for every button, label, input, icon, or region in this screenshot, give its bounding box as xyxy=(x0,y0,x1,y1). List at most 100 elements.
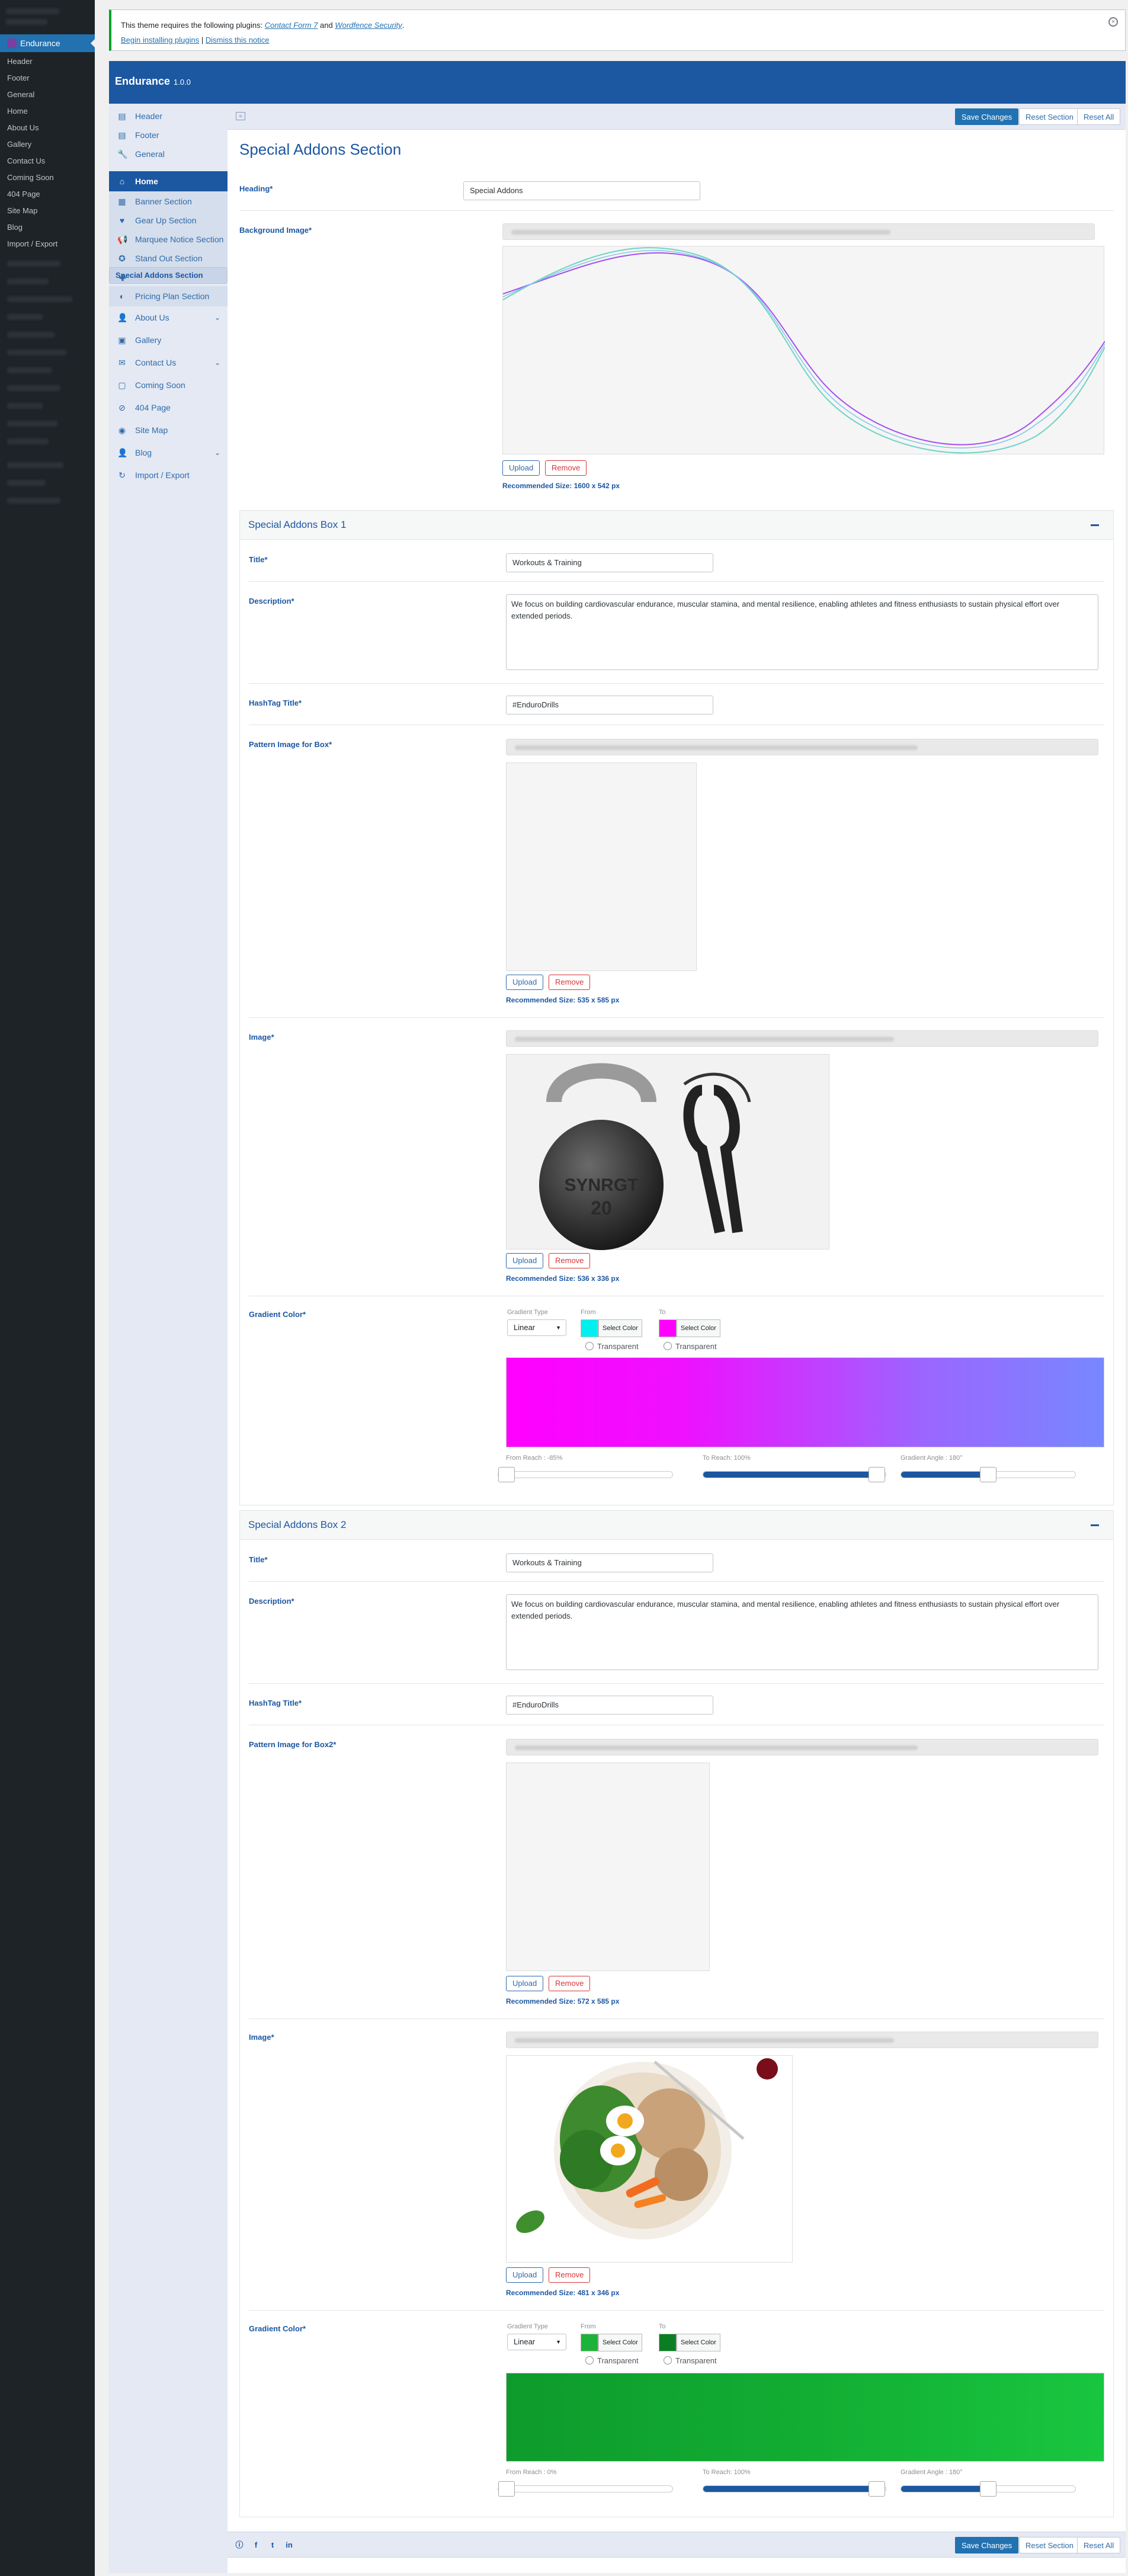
box2-pattern-upload[interactable]: Upload xyxy=(506,1976,544,1991)
chevron-down-icon[interactable]: ⌄ xyxy=(214,307,220,328)
wp-submenu-item[interactable]: Blog xyxy=(0,219,95,236)
box1-pattern-remove[interactable]: Remove xyxy=(549,975,591,990)
box2-image-url[interactable] xyxy=(506,2032,1098,2048)
box1-image-url[interactable] xyxy=(506,1030,1098,1047)
box2-desc-textarea[interactable]: We focus on building cardiovascular endu… xyxy=(506,1594,1098,1670)
info-icon[interactable]: ⓘ xyxy=(235,2540,244,2550)
wp-submenu-item[interactable]: 404 Page xyxy=(0,186,95,203)
box1-grad-type-select[interactable]: Linear ▼ xyxy=(507,1319,566,1336)
box2-pattern-remove[interactable]: Remove xyxy=(549,1976,591,1991)
reset-section-button-bottom[interactable]: Reset Section xyxy=(1019,2537,1080,2553)
box2-hash-input[interactable]: #EnduroDrills xyxy=(506,1696,713,1715)
twitter-icon[interactable]: t xyxy=(268,2540,277,2550)
box2-grad-type-select[interactable]: Linear ▼ xyxy=(507,2334,566,2350)
sidebar-item-header[interactable]: ▤ Header xyxy=(109,106,227,126)
chevron-down-icon[interactable]: ⌄ xyxy=(214,443,220,463)
box2-to-reach-slider[interactable] xyxy=(703,2481,886,2497)
expand-icon[interactable]: ≡ xyxy=(236,112,245,120)
sidebar-item-special-addons-section[interactable]: ✚ Special Addons Section xyxy=(109,267,227,284)
box2-title-input[interactable]: Workouts & Training xyxy=(506,1553,713,1572)
sidebar-item-contact-us[interactable]: ✉ Contact Us ⌄ xyxy=(109,353,227,373)
sidebar-item-404-page[interactable]: ⊘ 404 Page xyxy=(109,398,227,418)
box2-from-swatch[interactable] xyxy=(581,2334,598,2351)
sidebar-item-site-map[interactable]: ◉ Site Map xyxy=(109,420,227,440)
sidebar-item-import-export[interactable]: ↻ Import / Export xyxy=(109,465,227,485)
box1-to-transparent[interactable]: Transparent xyxy=(664,1342,717,1351)
slider-handle[interactable] xyxy=(498,1467,515,1482)
sidebar-item-banner-section[interactable]: ▦ Banner Section xyxy=(109,191,227,212)
facebook-icon[interactable]: f xyxy=(251,2540,261,2550)
box1-header[interactable]: Special Addons Box 1 xyxy=(239,510,1114,540)
box1-to-swatch[interactable] xyxy=(659,1319,677,1337)
wp-submenu-item[interactable]: Home xyxy=(0,103,95,120)
wp-submenu-item[interactable]: Contact Us xyxy=(0,153,95,169)
wp-submenu-item[interactable]: Import / Export xyxy=(0,236,95,252)
box2-to-swatch[interactable] xyxy=(659,2334,677,2351)
box1-to-reach-slider[interactable] xyxy=(703,1467,886,1482)
wp-submenu-item[interactable]: Footer xyxy=(0,70,95,86)
sidebar-item-general[interactable]: 🔧 General xyxy=(109,144,227,164)
plugin-link-wordfence[interactable]: Wordfence Security xyxy=(335,21,402,30)
slider-handle[interactable] xyxy=(868,1467,885,1482)
bg-upload-button[interactable]: Upload xyxy=(502,460,540,476)
box1-desc-textarea[interactable]: We focus on building cardiovascular endu… xyxy=(506,594,1098,670)
sidebar-item-gallery[interactable]: ▣ Gallery xyxy=(109,330,227,350)
sidebar-item-stand-out-section[interactable]: ✪ Stand Out Section xyxy=(109,248,227,268)
box2-to-select-color[interactable]: Select Color xyxy=(677,2334,720,2351)
box1-image-upload[interactable]: Upload xyxy=(506,1253,544,1268)
box2-angle-slider[interactable] xyxy=(901,2481,1076,2497)
close-icon[interactable]: × xyxy=(1108,17,1118,27)
sidebar-item-coming-soon[interactable]: ▢ Coming Soon xyxy=(109,375,227,395)
wp-submenu-item[interactable]: About Us xyxy=(0,120,95,136)
box1-from-transparent[interactable]: Transparent xyxy=(585,1342,639,1351)
bg-image-url[interactable] xyxy=(502,223,1095,240)
begin-installing-link[interactable]: Begin installing plugins xyxy=(121,36,199,44)
box1-angle-slider[interactable] xyxy=(901,1467,1076,1482)
sidebar-item-home[interactable]: ⌂ Home xyxy=(109,171,227,191)
plugin-link-cf7[interactable]: Contact Form 7 xyxy=(265,21,318,30)
sidebar-item-pricing-plan-section[interactable]: ◐ Pricing Plan Section xyxy=(109,286,227,306)
wp-menu-endurance[interactable]: Endurance xyxy=(0,34,95,52)
slider-handle[interactable] xyxy=(980,1467,996,1482)
reset-all-button-bottom[interactable]: Reset All xyxy=(1077,2537,1121,2553)
box1-title-input[interactable]: Workouts & Training xyxy=(506,553,713,572)
wp-submenu-item[interactable]: Header xyxy=(0,53,95,70)
collapse-icon[interactable] xyxy=(1091,524,1099,526)
box1-pattern-upload[interactable]: Upload xyxy=(506,975,544,990)
box1-image-remove[interactable]: Remove xyxy=(549,1253,591,1268)
box1-pattern-url[interactable] xyxy=(506,739,1098,755)
box2-header[interactable]: Special Addons Box 2 xyxy=(239,1510,1114,1540)
sidebar-item-gear-up-section[interactable]: ♥ Gear Up Section xyxy=(109,210,227,230)
slider-handle[interactable] xyxy=(868,2481,885,2497)
dismiss-notice-link[interactable]: Dismiss this notice xyxy=(206,36,270,44)
slider-handle[interactable] xyxy=(980,2481,996,2497)
sidebar-item-blog[interactable]: 👤 Blog ⌄ xyxy=(109,443,227,463)
collapse-icon[interactable] xyxy=(1091,1524,1099,1526)
bg-remove-button[interactable]: Remove xyxy=(545,460,587,476)
box1-from-select-color[interactable]: Select Color xyxy=(598,1319,642,1337)
box2-image-remove[interactable]: Remove xyxy=(549,2267,591,2283)
wp-submenu-item[interactable]: Gallery xyxy=(0,136,95,153)
box2-to-transparent[interactable]: Transparent xyxy=(664,2356,717,2365)
wp-submenu-item[interactable]: General xyxy=(0,86,95,103)
heading-input[interactable]: Special Addons xyxy=(463,181,700,200)
wp-submenu-item[interactable]: Site Map xyxy=(0,203,95,219)
chevron-down-icon[interactable]: ⌄ xyxy=(214,353,220,373)
sidebar-item-about-us[interactable]: 👤 About Us ⌄ xyxy=(109,307,227,328)
sidebar-item-footer[interactable]: ▤ Footer xyxy=(109,125,227,145)
box1-from-reach-slider[interactable] xyxy=(498,1467,673,1482)
box1-hash-input[interactable]: #EnduroDrills xyxy=(506,696,713,715)
slider-handle[interactable] xyxy=(498,2481,515,2497)
linkedin-icon[interactable]: in xyxy=(284,2540,294,2550)
box1-to-select-color[interactable]: Select Color xyxy=(677,1319,720,1337)
save-button[interactable]: Save Changes xyxy=(955,108,1019,125)
box2-pattern-url[interactable] xyxy=(506,1739,1098,1755)
box2-from-transparent[interactable]: Transparent xyxy=(585,2356,639,2365)
box2-from-select-color[interactable]: Select Color xyxy=(598,2334,642,2351)
box1-from-swatch[interactable] xyxy=(581,1319,598,1337)
save-button-bottom[interactable]: Save Changes xyxy=(955,2537,1019,2553)
box2-from-reach-slider[interactable] xyxy=(498,2481,673,2497)
sidebar-item-marquee-notice-section[interactable]: 📢 Marquee Notice Section xyxy=(109,229,227,249)
wp-submenu-item[interactable]: Coming Soon xyxy=(0,169,95,186)
reset-all-button[interactable]: Reset All xyxy=(1077,108,1121,125)
